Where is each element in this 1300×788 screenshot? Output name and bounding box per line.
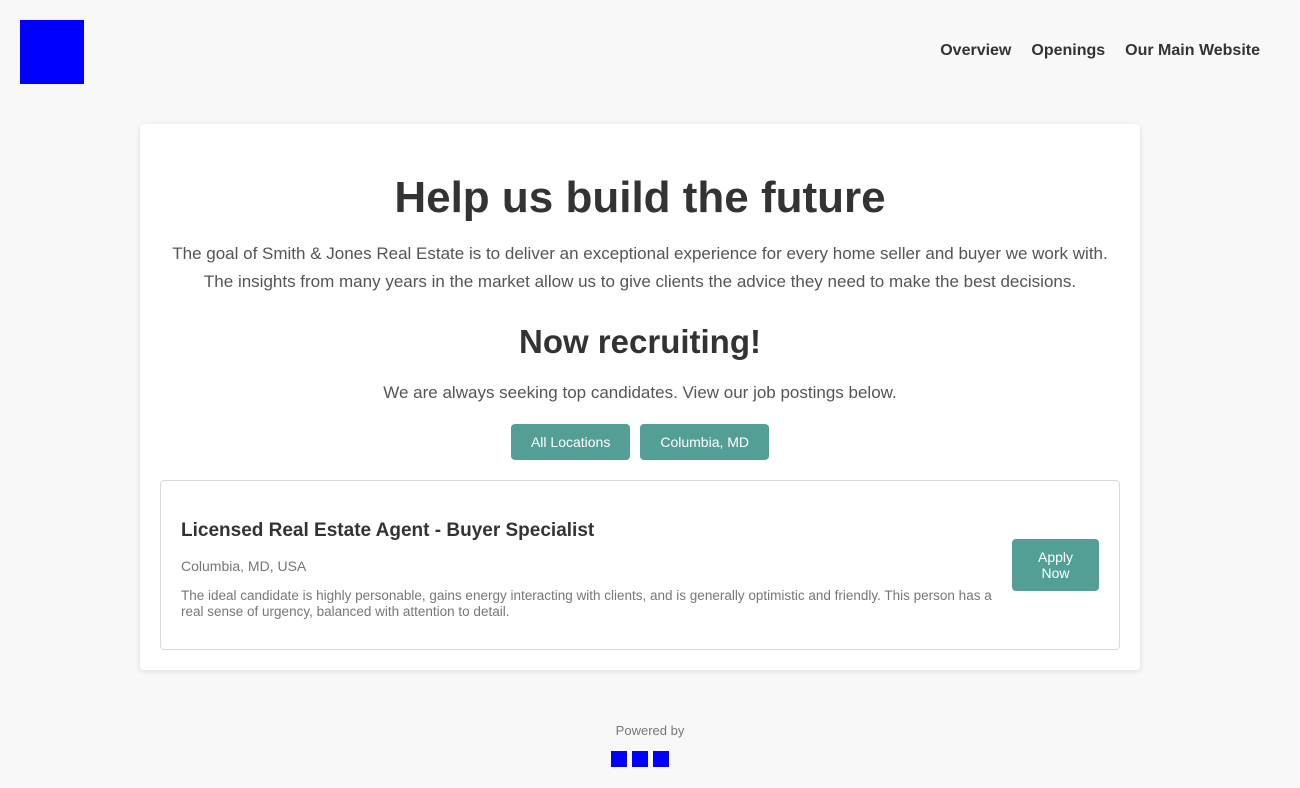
filter-all-locations-button[interactable]: All Locations [510, 424, 631, 460]
job-title[interactable]: Licensed Real Estate Agent - Buyer Speci… [181, 520, 594, 542]
job-posting: Licensed Real Estate Agent - Buyer Speci… [160, 480, 1120, 650]
powered-by-logo-icon[interactable] [611, 751, 669, 767]
apply-now-button[interactable]: Apply Now [1012, 539, 1099, 591]
nav-main-website[interactable]: Our Main Website [1125, 42, 1260, 60]
hero-title: Help us build the future [394, 173, 886, 222]
company-logo-icon[interactable] [20, 20, 84, 84]
nav-openings[interactable]: Openings [1031, 42, 1105, 60]
recruiting-description: We are always seeking top candidates. Vi… [383, 383, 897, 402]
logo-square [632, 751, 648, 767]
job-location: Columbia, MD, USA [181, 558, 307, 574]
filter-columbia-md-button[interactable]: Columbia, MD [640, 424, 770, 460]
logo-square [611, 751, 627, 767]
powered-by-label: Powered by [615, 723, 685, 738]
careers-page: Overview Openings Our Main Website Help … [0, 0, 1300, 788]
logo-square [653, 751, 669, 767]
main-card: Help us build the future The goal of Smi… [140, 124, 1140, 670]
job-description: The ideal candidate is highly personable… [181, 588, 992, 619]
location-filters: All Locations Columbia, MD [140, 424, 1140, 460]
top-nav: Overview Openings Our Main Website [940, 42, 1260, 60]
recruiting-title: Now recruiting! [518, 323, 761, 360]
hero-description: The goal of Smith & Jones Real Estate is… [172, 244, 1108, 291]
nav-overview[interactable]: Overview [940, 42, 1011, 60]
